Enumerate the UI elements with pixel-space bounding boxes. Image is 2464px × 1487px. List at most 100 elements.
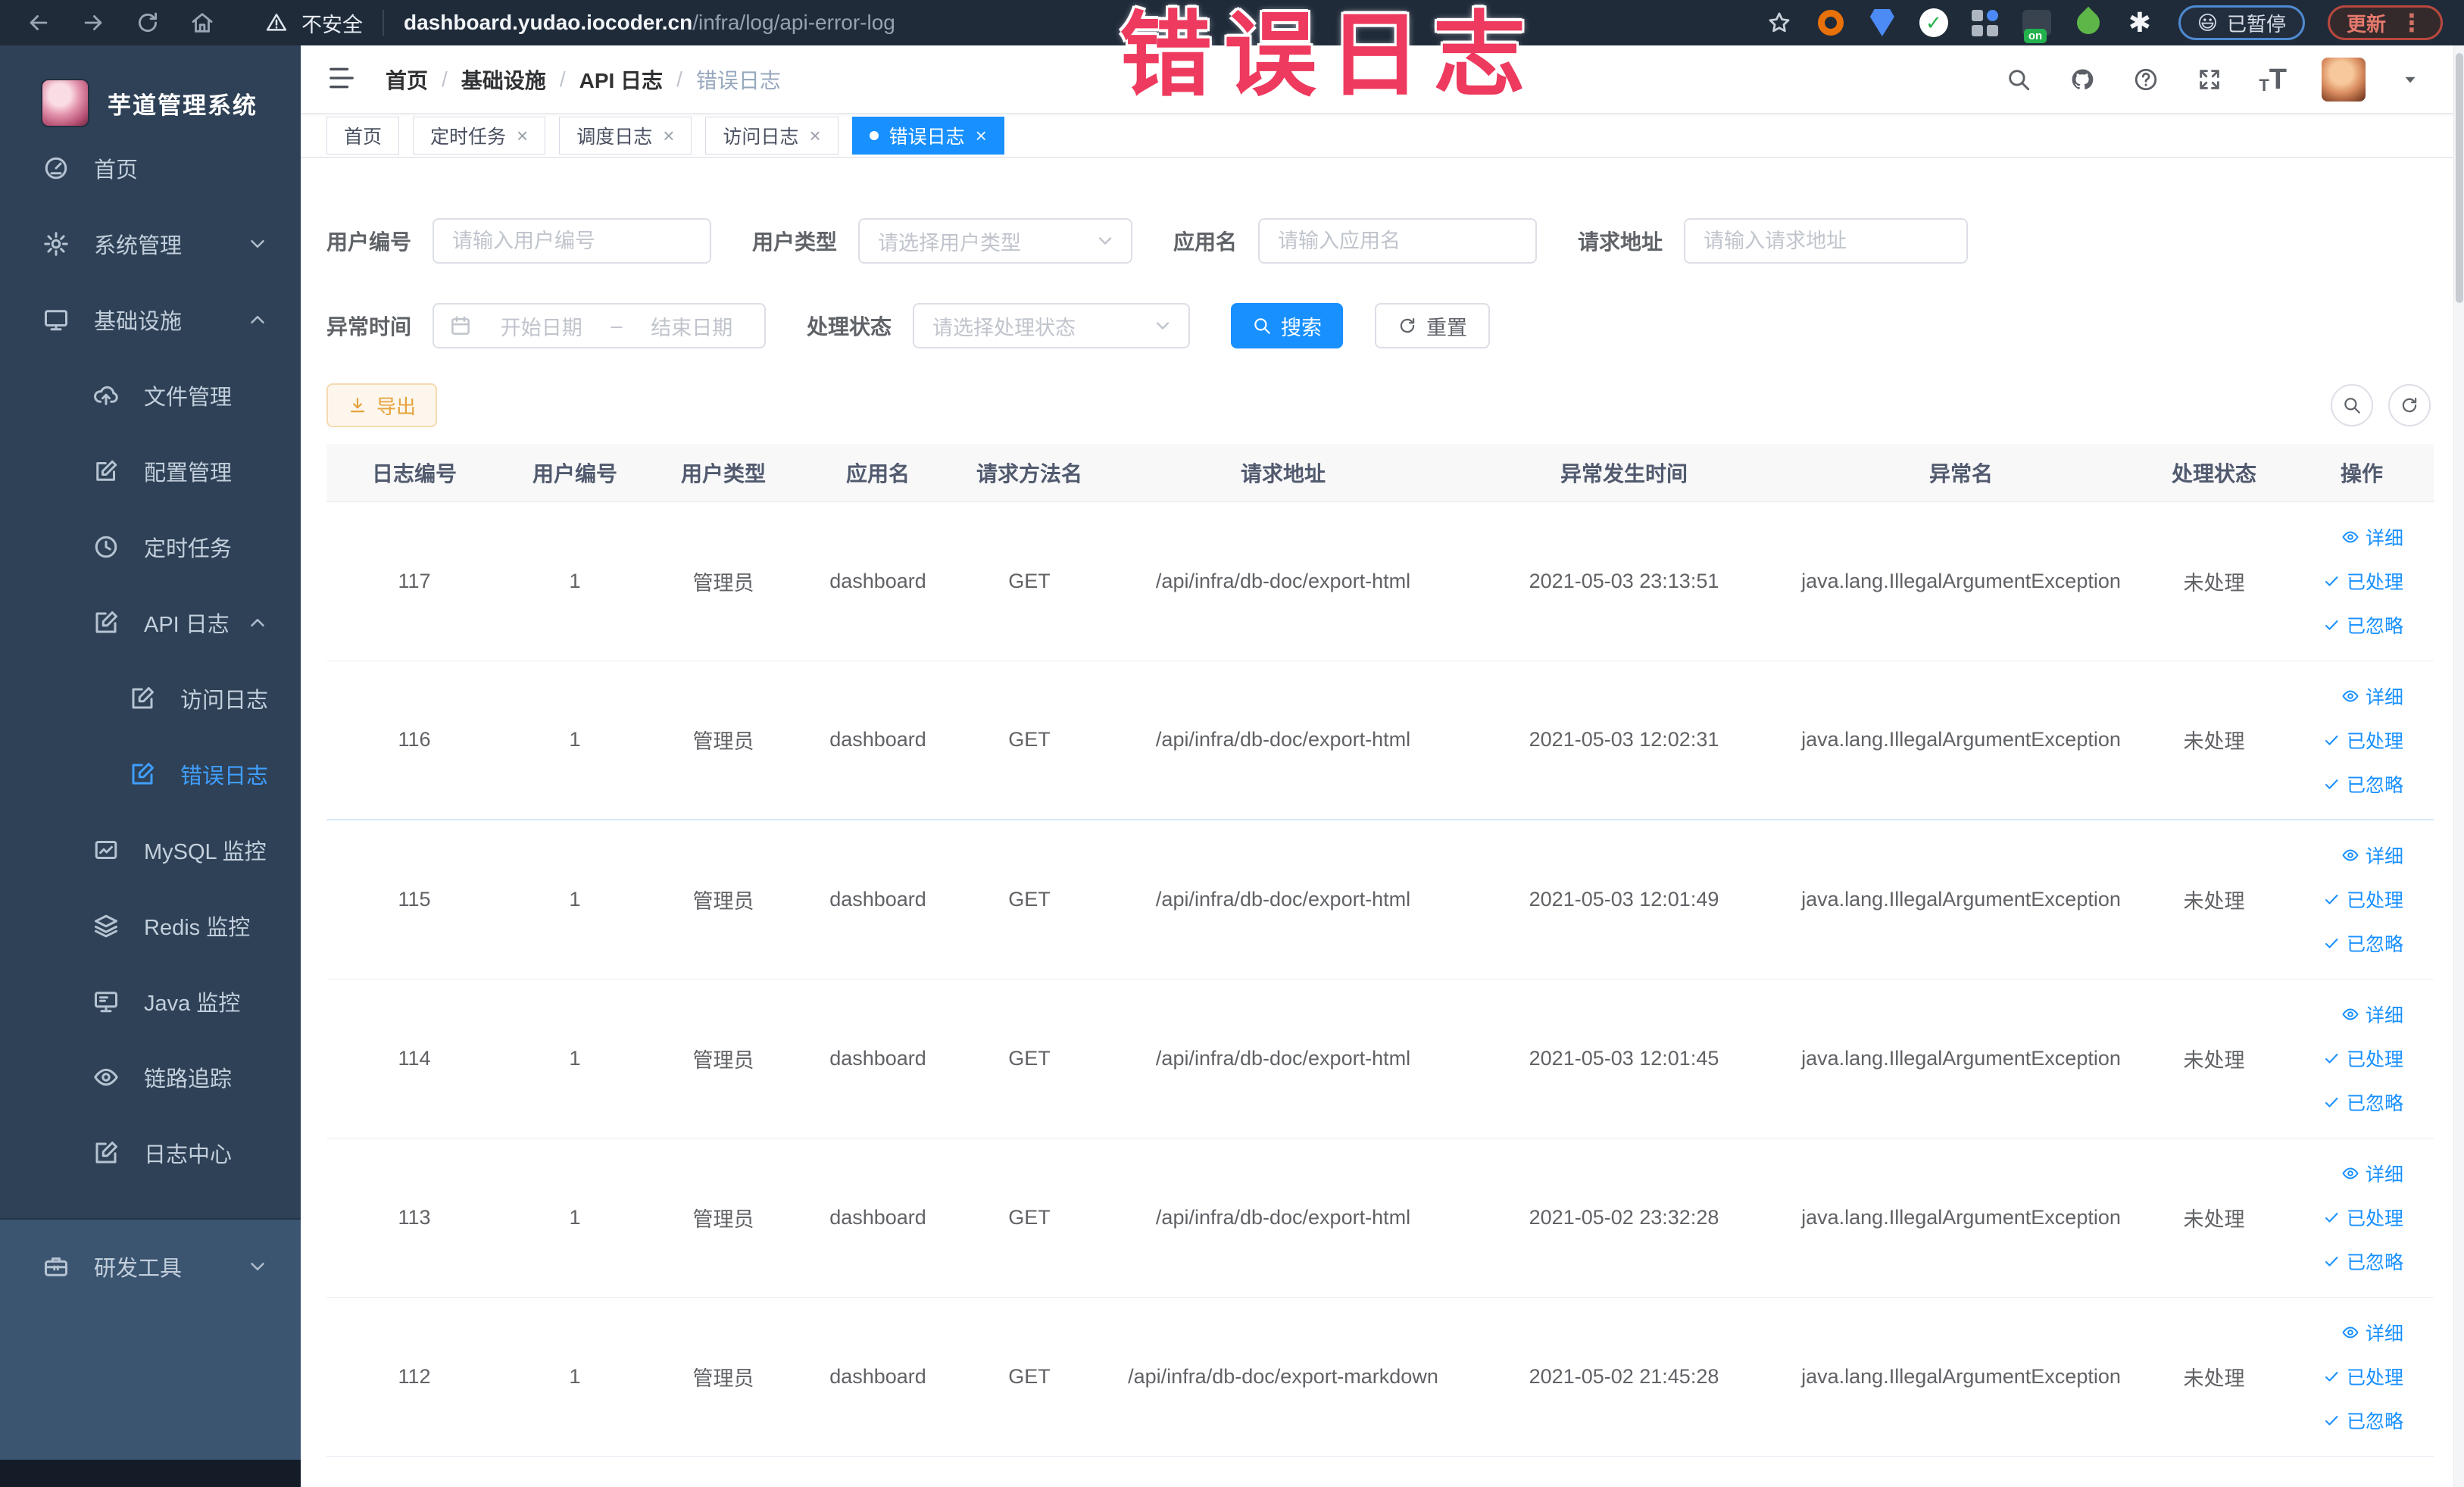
sidebar-item-label: 定时任务 <box>144 537 233 561</box>
request-url-input[interactable] <box>1684 218 1969 264</box>
table-toolbar: 导出 <box>326 383 2438 427</box>
sidebar-item-file-management[interactable]: 文件管理 <box>0 358 301 433</box>
detail-action-link[interactable]: 详细 <box>2341 1160 2403 1187</box>
date-range-picker[interactable]: 开始日期 – 结束日期 <box>433 303 767 348</box>
url-text[interactable]: dashboard.yudao.iocoder.cn/infra/log/api… <box>404 11 895 35</box>
close-icon[interactable]: × <box>517 126 528 145</box>
download-icon <box>348 395 367 415</box>
detail-action-link[interactable]: 详细 <box>2341 683 2403 710</box>
font-size-icon[interactable]: TT <box>2259 65 2287 94</box>
sidebar-item-mysql-monitor[interactable]: MySQL 监控 <box>0 812 301 888</box>
sidebar-item-trace[interactable]: 链路追踪 <box>0 1039 301 1115</box>
column-header: 处理状态 <box>2138 444 2290 502</box>
ignored-action-link[interactable]: 已忽略 <box>2322 611 2403 639</box>
hamburger-icon[interactable] <box>326 63 360 96</box>
green-leaf-extension-icon[interactable] <box>2072 6 2105 39</box>
cell-status: 未处理 <box>2138 1138 2290 1298</box>
detail-action-link[interactable]: 详细 <box>2341 842 2403 869</box>
ignored-action-link[interactable]: 已忽略 <box>2322 929 2403 957</box>
scrollbar-thumb[interactable] <box>2456 53 2463 303</box>
breadcrumb-item[interactable]: 基础设施 <box>461 64 546 95</box>
forward-icon[interactable] <box>76 5 111 40</box>
update-button[interactable]: 更新 ⋮ <box>2327 5 2443 40</box>
sidebar-item-scheduled-task[interactable]: 定时任务 <box>0 509 301 585</box>
cell-user-type: 管理员 <box>648 501 799 661</box>
sidebar-item-config-management[interactable]: 配置管理 <box>0 433 301 509</box>
orange-circle-extension-icon[interactable] <box>1815 7 1847 39</box>
back-icon[interactable] <box>21 5 56 40</box>
detail-action-link[interactable]: 详细 <box>2341 1001 2403 1028</box>
close-icon[interactable]: × <box>976 126 987 145</box>
tab-scheduled-task[interactable]: 定时任务 × <box>413 116 546 155</box>
breadcrumb-item[interactable]: API 日志 <box>579 64 663 95</box>
cell-status: 未处理 <box>2138 661 2290 820</box>
processed-action-link[interactable]: 已处理 <box>2322 1204 2403 1231</box>
sidebar-item-api-log[interactable]: API 日志 <box>0 585 301 661</box>
home-icon[interactable] <box>185 5 220 40</box>
cell-method: GET <box>957 501 1102 661</box>
cell-user-type: 管理员 <box>648 1297 799 1457</box>
sidebar-logo-row[interactable]: 芋道管理系统 <box>0 45 301 142</box>
tab-error-log[interactable]: 错误日志 × <box>851 116 1004 155</box>
search-icon[interactable] <box>2004 65 2033 94</box>
process-status-select[interactable]: 请选择处理状态 <box>913 303 1191 348</box>
export-button[interactable]: 导出 <box>326 383 438 427</box>
grid-extension-icon[interactable] <box>1969 7 2001 39</box>
github-icon[interactable] <box>2068 65 2097 94</box>
refresh-table-button[interactable] <box>2388 384 2431 426</box>
sidebar-item-log-center[interactable]: 日志中心 <box>0 1115 301 1191</box>
processed-action-link[interactable]: 已处理 <box>2322 726 2403 754</box>
user-type-select[interactable]: 请选择用户类型 <box>858 218 1133 264</box>
user-id-input[interactable] <box>433 218 712 264</box>
screen: 不安全 dashboard.yudao.iocoder.cn/infra/log… <box>0 0 2464 1487</box>
processed-action-link[interactable]: 已处理 <box>2322 886 2403 913</box>
tab-access-log[interactable]: 访问日志 × <box>705 116 839 155</box>
user-avatar[interactable] <box>2322 57 2366 102</box>
close-icon[interactable]: × <box>809 126 820 145</box>
paused-badge[interactable]: 😃 已暂停 <box>2178 5 2305 40</box>
action-label: 详细 <box>2365 846 2403 868</box>
bookmark-star-icon[interactable] <box>1766 10 1792 36</box>
tab-home[interactable]: 首页 <box>326 116 400 155</box>
detail-action-link[interactable]: 详细 <box>2341 1319 2403 1346</box>
reset-button[interactable]: 重置 <box>1375 303 1491 348</box>
blue-shield-extension-icon[interactable] <box>1866 7 1898 39</box>
sidebar-item-home[interactable]: 首页 <box>0 130 301 206</box>
breadcrumb-item[interactable]: 首页 <box>386 64 428 95</box>
help-icon[interactable] <box>2131 65 2160 94</box>
processed-action-link[interactable]: 已处理 <box>2322 1363 2403 1390</box>
green-check-extension-icon[interactable]: ✓ <box>1918 7 1950 39</box>
fullscreen-icon[interactable] <box>2195 65 2224 94</box>
scrollbar-track[interactable] <box>2453 45 2464 1487</box>
sidebar-item-infrastructure[interactable]: 基础设施 <box>0 282 301 358</box>
app-name-input[interactable] <box>1258 218 1538 264</box>
not-secure-warning-icon[interactable] <box>265 11 288 34</box>
processed-action-link[interactable]: 已处理 <box>2322 567 2403 595</box>
detail-action-link[interactable]: 详细 <box>2341 523 2403 551</box>
address-bar[interactable]: 不安全 dashboard.yudao.iocoder.cn/infra/log… <box>265 8 895 38</box>
toggle-search-button[interactable] <box>2331 384 2373 426</box>
white-puzzle-extension-icon[interactable]: ✱ <box>2124 7 2156 39</box>
ignored-action-link[interactable]: 已忽略 <box>2322 770 2403 798</box>
dark-on-extension-icon[interactable]: on <box>2021 7 2053 43</box>
ignored-action-link[interactable]: 已忽略 <box>2322 1248 2403 1275</box>
sidebar-item-dev-tools[interactable]: 研发工具 <box>0 1229 301 1304</box>
ignored-action-link[interactable]: 已忽略 <box>2322 1089 2403 1116</box>
caret-down-icon[interactable] <box>2400 70 2420 89</box>
sidebar-item-system-management[interactable]: 系统管理 <box>0 206 301 282</box>
cell-status: 未处理 <box>2138 820 2290 979</box>
ignored-action-link[interactable]: 已忽略 <box>2322 1407 2403 1434</box>
sidebar-item-access-log[interactable]: 访问日志 <box>0 661 301 736</box>
search-button[interactable]: 搜索 <box>1231 303 1344 348</box>
reload-icon[interactable] <box>130 5 165 40</box>
cell-exception: java.lang.IllegalArgumentException <box>1784 1138 2138 1298</box>
browser-menu-icon[interactable]: ⋮ <box>2400 8 2424 37</box>
close-icon[interactable]: × <box>663 126 674 145</box>
date-separator: – <box>611 314 623 337</box>
sidebar-item-java-monitor[interactable]: Java 监控 <box>0 964 301 1039</box>
tab-schedule-log[interactable]: 调度日志 × <box>559 116 692 155</box>
sidebar-item-error-log[interactable]: 错误日志 <box>0 736 301 812</box>
sidebar-item-redis-monitor[interactable]: Redis 监控 <box>0 888 301 964</box>
processed-action-link[interactable]: 已处理 <box>2322 1045 2403 1072</box>
cell-user-id: 1 <box>502 661 648 820</box>
